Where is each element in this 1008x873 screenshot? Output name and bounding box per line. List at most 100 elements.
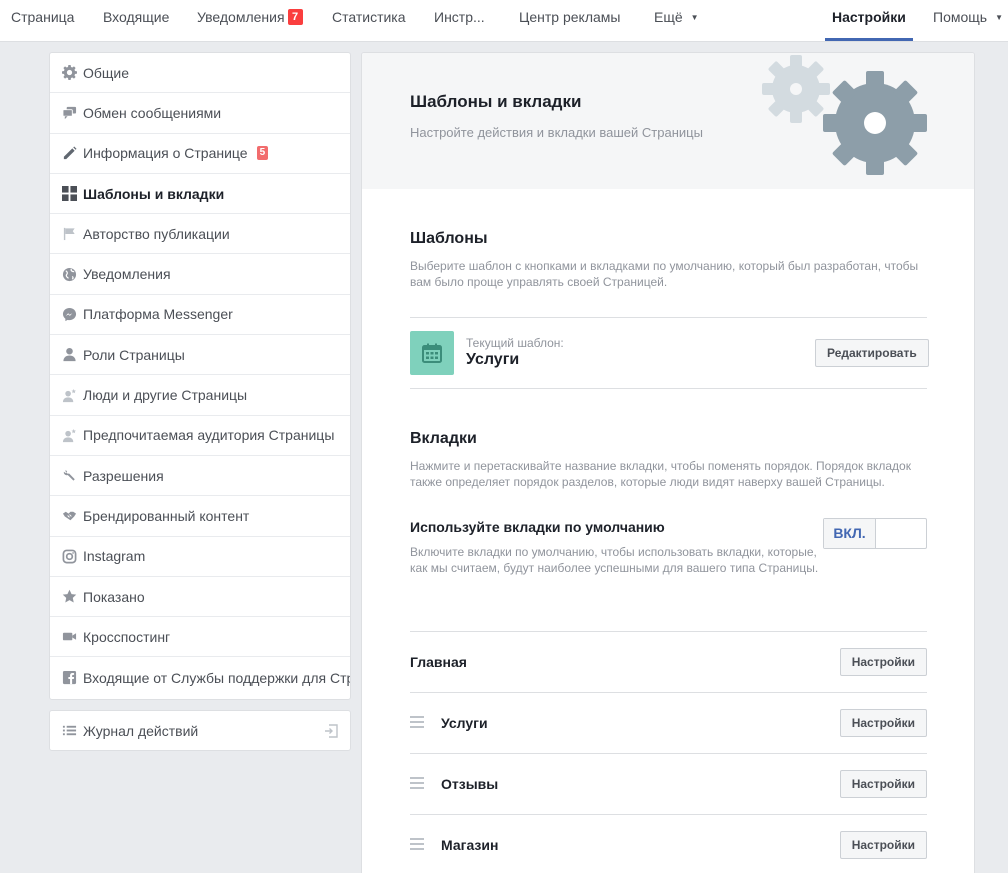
current-template-name: Услуги — [466, 351, 520, 368]
templates-description: Выберите шаблон с кнопками и вкладками п… — [410, 259, 919, 289]
sidebar-item-messaging[interactable]: Обмен сообщениями — [50, 93, 350, 134]
default-tabs-description: Включите вкладки по умолчанию, чтобы исп… — [410, 545, 819, 575]
toggle-on-label: ВКЛ. — [824, 519, 876, 548]
settings-sidebar: Общие Обмен сообщениями Информация о Стр… — [49, 52, 351, 700]
nav-more[interactable]: Ещё ▼ — [654, 0, 699, 41]
sidebar-item-messenger-platform[interactable]: Платформа Messenger — [50, 295, 350, 336]
tab-row-services[interactable]: Услуги Настройки — [410, 693, 927, 754]
tab-row-shop[interactable]: Магазин Настройки — [410, 815, 927, 873]
sidebar-item-templates-tabs[interactable]: Шаблоны и вкладки — [50, 174, 350, 215]
tab-settings-button[interactable]: Настройки — [839, 709, 927, 737]
sidebar-item-featured[interactable]: Показано — [50, 577, 350, 618]
nav-more-label: Ещё — [654, 9, 683, 25]
sidebar-item-label: Обмен сообщениями — [83, 104, 222, 121]
nav-notifications-label: Уведомления — [197, 9, 285, 25]
nav-settings-label: Настройки — [832, 9, 906, 25]
sidebar-item-label: Авторство публикации — [83, 225, 230, 242]
person-star-icon — [61, 427, 77, 443]
sidebar-item-page-info[interactable]: Информация о Странице 5 — [50, 134, 350, 174]
sidebar-item-post-attribution[interactable]: Авторство публикации — [50, 214, 350, 255]
tab-row-reviews[interactable]: Отзывы Настройки — [410, 754, 927, 815]
sidebar-item-branded-content[interactable]: Брендированный контент — [50, 496, 350, 537]
tab-settings-button[interactable]: Настройки — [839, 770, 927, 798]
sidebar-item-label: Предпочитаемая аудитория Страницы — [83, 427, 335, 444]
nav-inbox[interactable]: Входящие — [103, 0, 169, 41]
sidebar-item-preferred-audience[interactable]: Предпочитаемая аудитория Страницы — [50, 416, 350, 456]
nav-tools[interactable]: Инстр... — [434, 0, 485, 41]
sidebar-item-label: Шаблоны и вкладки — [83, 185, 225, 202]
templates-tabs-panel: Шаблоны и вкладки Настройте действия и в… — [361, 52, 975, 873]
chat-icon — [61, 105, 77, 121]
list-icon — [61, 723, 77, 739]
sidebar-item-label: Общие — [83, 64, 130, 81]
sidebar-item-support-inbox[interactable]: Входящие от Службы поддержки для Стр — [50, 657, 350, 697]
activity-log[interactable]: Журнал действий — [49, 710, 351, 751]
nav-inbox-label: Входящие — [103, 9, 170, 25]
top-navigation: Страница Входящие Уведомления 7 Статистик… — [0, 0, 1008, 42]
tab-row-home: Главная Настройки — [410, 632, 927, 693]
page-subtitle: Настройте действия и вкладки вашей Стран… — [410, 125, 703, 140]
activity-log-label: Журнал действий — [83, 722, 199, 739]
person-icon — [61, 347, 77, 363]
tab-settings-button[interactable]: Настройки — [839, 648, 927, 676]
sidebar-item-permissions[interactable]: Разрешения — [50, 456, 350, 497]
instagram-icon — [61, 548, 77, 564]
exit-icon — [324, 724, 338, 741]
drag-handle-icon[interactable] — [410, 838, 424, 851]
sidebar-item-notifications[interactable]: Уведомления — [50, 254, 350, 295]
sidebar-item-label: Брендированный контент — [83, 507, 250, 524]
tabs-heading: Вкладки — [410, 430, 477, 447]
divider — [410, 317, 927, 318]
tab-settings-button[interactable]: Настройки — [839, 831, 927, 859]
nav-page[interactable]: Страница — [11, 0, 74, 41]
gear-icon — [61, 65, 77, 81]
sidebar-item-crossposting[interactable]: Кросспостинг — [50, 617, 350, 658]
calendar-icon — [422, 343, 442, 363]
flag-icon — [61, 226, 77, 242]
grid-icon — [61, 186, 77, 202]
wrench-icon — [61, 468, 77, 484]
nav-tools-label: Инстр... — [434, 9, 485, 25]
chevron-down-icon: ▼ — [995, 13, 1003, 22]
sidebar-item-instagram[interactable]: Instagram — [50, 537, 350, 577]
tab-name: Главная — [410, 654, 467, 670]
tab-name: Отзывы — [441, 776, 499, 792]
sidebar-item-label: Люди и другие Страницы — [83, 387, 248, 404]
nav-statistics[interactable]: Статистика — [332, 0, 406, 41]
nav-page-label: Страница — [11, 9, 75, 25]
sidebar-item-label: Кросспостинг — [83, 628, 171, 645]
sidebar-item-page-roles[interactable]: Роли Страницы — [50, 335, 350, 376]
nav-ad-center-label: Центр рекламы — [519, 9, 621, 25]
nav-ad-center[interactable]: Центр рекламы — [519, 0, 620, 41]
sidebar-item-label: Уведомления — [83, 266, 171, 283]
messenger-icon — [61, 306, 77, 322]
drag-handle-icon[interactable] — [410, 777, 424, 790]
edit-template-button[interactable]: Редактировать — [815, 339, 929, 367]
nav-help-label: Помощь — [933, 9, 988, 25]
drag-handle-icon[interactable] — [410, 716, 424, 729]
nav-statistics-label: Статистика — [332, 9, 406, 25]
globe-icon — [61, 266, 77, 282]
panel-header: Шаблоны и вкладки Настройте действия и в… — [362, 53, 974, 189]
default-tabs-title: Используйте вкладки по умолчанию — [410, 519, 665, 535]
person-star-icon — [61, 387, 77, 403]
chevron-down-icon: ▼ — [690, 13, 699, 22]
sidebar-item-label: Платформа Messenger — [83, 306, 233, 323]
nav-help[interactable]: Помощь ▼ — [933, 0, 1003, 41]
sidebar-item-people-pages[interactable]: Люди и другие Страницы — [50, 375, 350, 416]
template-thumbnail — [410, 331, 454, 375]
nav-notifications[interactable]: Уведомления 7 — [197, 0, 303, 41]
default-tabs-toggle[interactable]: ВКЛ. — [823, 518, 927, 549]
notifications-badge: 7 — [287, 9, 303, 25]
page-info-badge: 5 — [256, 146, 269, 161]
sidebar-item-general[interactable]: Общие — [50, 53, 350, 94]
nav-settings[interactable]: Настройки — [825, 0, 913, 41]
sidebar-item-label: Роли Страницы — [83, 346, 185, 363]
facebook-icon — [61, 670, 77, 686]
templates-heading: Шаблоны — [410, 230, 488, 247]
tab-name: Магазин — [441, 837, 499, 853]
sidebar-item-label: Входящие от Службы поддержки для Стр — [83, 669, 351, 686]
tab-name: Услуги — [441, 715, 488, 731]
sidebar-item-label: Показано — [83, 588, 145, 605]
handshake-icon — [61, 508, 77, 524]
